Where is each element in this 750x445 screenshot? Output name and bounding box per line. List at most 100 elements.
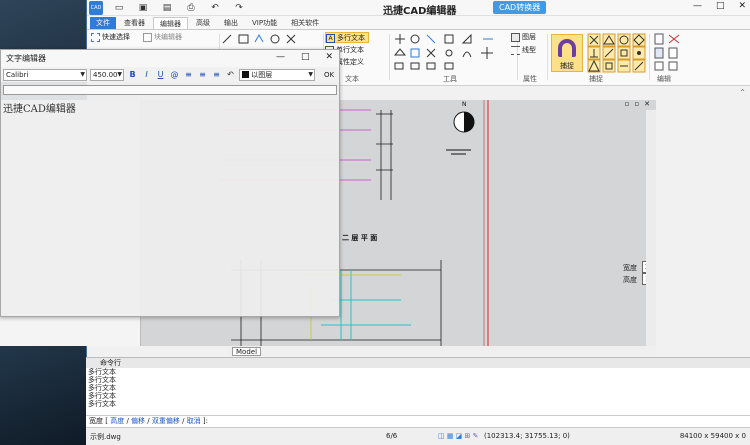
save-as-icon[interactable]: ▤	[161, 2, 173, 14]
app-logo-icon: CAD	[89, 0, 103, 15]
redo-icon[interactable]: ↷	[233, 2, 245, 14]
status-coordinates: (102313.4; 31755.13; 0)	[484, 432, 570, 440]
status-filename: 示例.dwg	[90, 433, 121, 441]
layer-icon	[511, 33, 520, 42]
cad-converter-button[interactable]: CAD转换器	[493, 1, 547, 14]
tab-related[interactable]: 相关软件	[285, 17, 325, 29]
symbol-icon[interactable]: @	[169, 70, 180, 79]
dialog-window-controls: — □ ✕	[276, 52, 333, 62]
command-log-line: 多行文本	[88, 384, 116, 392]
group-label-props: 属性	[523, 75, 537, 83]
align-right-icon[interactable]: ≡	[211, 70, 222, 79]
edit-icons[interactable]	[653, 33, 683, 73]
floor-plan-label: 二 层 平 面	[342, 233, 377, 242]
status-bar: 示例.dwg 6/6 ◫ ▦ ◪ ⊞ ✎ (102313.4; 31755.13…	[86, 427, 750, 445]
italic-button[interactable]: I	[141, 70, 152, 79]
folder-icon[interactable]: ▭	[113, 2, 125, 14]
option-offset[interactable]: 偏移	[131, 417, 145, 425]
ribbon-separator	[547, 34, 548, 80]
viewport-controls: ▫ ▫ ✕	[625, 100, 650, 108]
tab-vip[interactable]: VIP功能	[246, 17, 283, 29]
underline-button[interactable]: U	[155, 70, 166, 79]
dialog-title-bar: 文字编辑器 — □ ✕	[1, 50, 339, 67]
block-editor-button[interactable]: 块编辑器	[143, 32, 182, 43]
snap-mode-icons[interactable]	[587, 33, 647, 73]
color-select[interactable]: 以图层 ▼	[239, 68, 315, 81]
vertical-scrollbar[interactable]	[646, 110, 656, 346]
bold-button[interactable]: B	[127, 70, 138, 79]
mtext-icon: A	[326, 34, 335, 43]
magnet-icon	[558, 39, 576, 57]
tab-advanced[interactable]: 高级	[190, 17, 216, 29]
tab-viewer[interactable]: 查看器	[118, 17, 151, 29]
minimize-button[interactable]: —	[693, 1, 702, 11]
command-log-line: 多行文本	[88, 376, 116, 384]
model-tab[interactable]: Model	[232, 347, 262, 356]
tools-icons[interactable]	[393, 33, 513, 73]
height-label: 高度	[623, 276, 637, 284]
group-label-tools: 工具	[443, 75, 457, 83]
tab-output[interactable]: 输出	[218, 17, 244, 29]
command-input[interactable]: 宽度 [ 高度 / 偏移 / 双重偏移 / 取消 ]:	[86, 415, 750, 427]
snap-button[interactable]: 捕捉	[551, 34, 583, 72]
dialog-minimize-button[interactable]: —	[276, 52, 285, 62]
ribbon-separator	[389, 34, 390, 80]
ribbon-separator	[649, 34, 650, 80]
chevron-down-icon: ▼	[308, 70, 313, 78]
quick-select-button[interactable]: 快速选择	[91, 32, 130, 43]
status-drawing-size: 84100 x 59400 x 0	[679, 432, 746, 440]
undo-icon[interactable]: ↶	[209, 2, 221, 14]
dialog-close-button[interactable]: ✕	[325, 52, 333, 62]
text-content[interactable]: 迅捷CAD编辑器	[3, 100, 76, 115]
maximize-button[interactable]: □	[716, 1, 725, 11]
text-ruler[interactable]	[3, 85, 337, 95]
quick-select-icon	[91, 33, 100, 42]
text-editor-dialog: 文字编辑器 — □ ✕ Calibri ▼ 450.00 ▼ B I U @ ≡ ≡…	[0, 49, 340, 317]
option-height[interactable]: 高度	[110, 417, 124, 425]
viewport-restore-icon[interactable]: ▫	[634, 100, 639, 108]
option-cancel[interactable]: 取消	[187, 417, 201, 425]
snap-status-icon[interactable]: ◫ ▦ ◪ ⊞ ✎	[438, 432, 478, 440]
command-log-line: 多行文本	[88, 368, 116, 376]
align-left-icon[interactable]: ≡	[183, 70, 194, 79]
layer-button[interactable]: 图层	[511, 32, 536, 43]
status-page: 6/6	[386, 432, 398, 440]
block-editor-icon	[143, 33, 152, 42]
dialog-title: 文字编辑器	[6, 54, 46, 63]
group-label-text: 文本	[345, 75, 359, 83]
ribbon-collapse-icon[interactable]: ⌃	[739, 88, 746, 97]
chevron-down-icon: ▼	[117, 70, 122, 78]
dialog-toolbar: Calibri ▼ 450.00 ▼ B I U @ ≡ ≡ ≡ ↶ 以图层 ▼ OK	[1, 67, 339, 82]
north-arrow	[446, 111, 475, 155]
window-controls: — □ ✕	[693, 1, 746, 11]
align-center-icon[interactable]: ≡	[197, 70, 208, 79]
app-title: 迅捷CAD编辑器	[383, 6, 457, 17]
command-log-line: 多行文本	[88, 400, 116, 408]
horizontal-scrollbar[interactable]	[228, 346, 656, 356]
north-label: N	[462, 101, 467, 108]
ribbon-tabs: 文件 查看器 编辑器 高级 输出 VIP功能 相关软件	[87, 16, 750, 30]
font-select[interactable]: Calibri ▼	[3, 68, 87, 81]
linetype-button[interactable]: 线型	[511, 45, 536, 56]
tab-editor[interactable]: 编辑器	[153, 17, 188, 29]
undo-icon[interactable]: ↶	[225, 70, 236, 79]
close-button[interactable]: ✕	[738, 1, 746, 11]
viewport-close-icon[interactable]: ✕	[644, 100, 650, 108]
print-icon[interactable]: ⎙	[185, 2, 197, 14]
command-line-header: 命令行	[86, 357, 750, 368]
linetype-icon	[511, 46, 520, 55]
font-size-select[interactable]: 450.00 ▼	[90, 68, 124, 81]
width-label: 宽度	[623, 264, 637, 272]
group-label-edit: 编辑	[657, 75, 671, 83]
color-swatch	[242, 71, 249, 78]
save-icon[interactable]: ▣	[137, 2, 149, 14]
title-bar: CAD ▭ ▣ ▤ ⎙ ↶ ↷ 迅捷CAD编辑器 CAD转换器 — □ ✕	[87, 0, 750, 17]
option-double-offset[interactable]: 双重偏移	[152, 417, 180, 425]
chevron-down-icon: ▼	[80, 70, 85, 78]
dialog-maximize-button[interactable]: □	[301, 52, 310, 62]
tab-file[interactable]: 文件	[90, 17, 116, 29]
mtext-button[interactable]: A 多行文本	[325, 32, 369, 43]
ok-button[interactable]: OK	[324, 71, 334, 79]
viewport-minimize-icon[interactable]: ▫	[625, 100, 630, 108]
command-log-line: 多行文本	[88, 392, 116, 400]
